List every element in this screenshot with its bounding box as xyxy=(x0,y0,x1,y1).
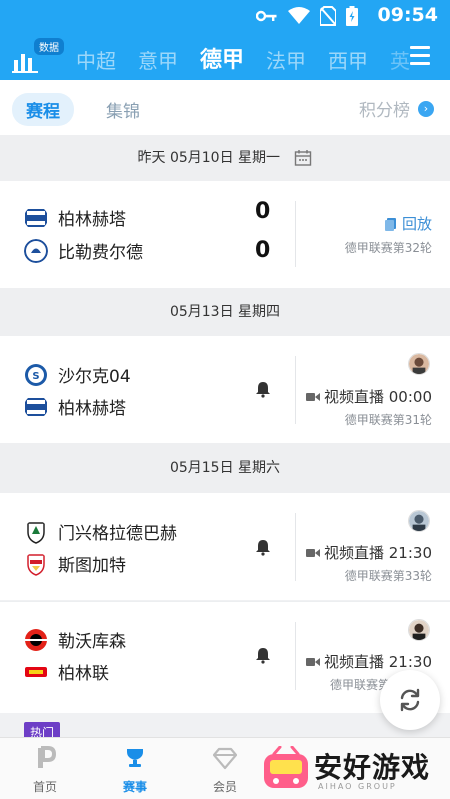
match-round: 德甲联赛第33轮 xyxy=(344,569,432,583)
divider xyxy=(295,201,296,267)
match-card[interactable]: 门兴格拉德巴赫 斯图加特 视频直播 21:30 德甲联赛第33轮 xyxy=(0,493,450,600)
nav-member[interactable]: 会员 xyxy=(195,746,255,795)
away-score: 0 xyxy=(255,238,271,263)
gamepad-logo-icon xyxy=(264,746,308,788)
away-team: 斯图加特 xyxy=(24,551,126,576)
divider xyxy=(295,622,296,690)
tab-serie-a[interactable]: 意甲 xyxy=(138,45,178,74)
home-team: 柏林赫塔 xyxy=(24,205,126,230)
date-header: 05月13日 星期四 xyxy=(0,288,450,336)
away-team: 柏林赫塔 xyxy=(24,394,126,419)
union-berlin-logo-icon xyxy=(25,666,47,677)
live-stream-label: 视频直播 21:30 xyxy=(324,544,432,562)
home-team: S 沙尔克04 xyxy=(24,362,131,387)
hertha-logo-icon xyxy=(25,208,47,227)
wifi-icon xyxy=(288,7,310,24)
stuttgart-logo-icon xyxy=(27,553,45,576)
home-team: 勒沃库森 xyxy=(24,627,126,652)
calendar-icon[interactable] xyxy=(294,149,312,167)
home-icon xyxy=(38,746,57,768)
avatar[interactable] xyxy=(408,619,430,641)
replay-label: 回放 xyxy=(401,215,432,233)
match-card[interactable]: S 沙尔克04 柏林赫塔 视频直播 00:00 德甲联赛第31轮 xyxy=(0,336,450,443)
home-team: 门兴格拉德巴赫 xyxy=(24,519,177,544)
data-badge-label: 数据 xyxy=(34,38,64,55)
watermark-subtext: AIHAO GROUP xyxy=(318,782,397,791)
replay-button[interactable]: 回放 xyxy=(384,213,432,234)
date-header: 昨天 05月10日 星期一 xyxy=(0,135,450,181)
chevron-right-icon: › xyxy=(418,100,434,117)
tab-premier-league[interactable]: 英 xyxy=(390,45,410,74)
leverkusen-logo-icon xyxy=(25,628,47,651)
replay-icon xyxy=(384,217,396,231)
date-label: 05月13日 星期四 xyxy=(169,304,281,320)
date-label: 05月15日 星期六 xyxy=(169,460,281,476)
avatar[interactable] xyxy=(408,353,430,375)
date-header: 05月15日 星期六 xyxy=(0,443,450,493)
match-round: 德甲联赛第31轮 xyxy=(344,413,432,427)
nav-matches-label: 赛事 xyxy=(122,780,147,794)
bell-icon[interactable] xyxy=(254,380,272,398)
nav-matches[interactable]: 赛事 xyxy=(105,746,165,795)
key-icon xyxy=(256,10,277,22)
tab-bundesliga[interactable]: 德甲 xyxy=(200,42,244,74)
standings-label: 积分榜 xyxy=(359,101,410,121)
bell-icon[interactable] xyxy=(254,538,272,556)
date-label: 昨天 05月10日 星期一 xyxy=(137,150,281,166)
avatar[interactable] xyxy=(408,510,430,532)
match-card[interactable]: 柏林赫塔 比勒费尔德 0 0 回放 德甲联赛第32轮 xyxy=(0,181,450,288)
home-team-name: 沙尔克04 xyxy=(58,367,131,387)
status-time: 09:54 xyxy=(377,4,438,26)
battery-icon xyxy=(346,6,358,26)
refresh-button[interactable] xyxy=(380,670,440,730)
standings-link[interactable]: 积分榜 › xyxy=(359,96,434,121)
away-team-name: 柏林赫塔 xyxy=(58,399,126,419)
away-team-name: 比勒费尔德 xyxy=(58,243,143,263)
away-team: 比勒费尔德 xyxy=(24,238,143,263)
tab-highlights[interactable]: 集锦 xyxy=(92,93,154,126)
video-camera-icon xyxy=(306,548,320,557)
data-entry-button[interactable]: 数据 xyxy=(12,38,67,74)
tab-ligue-1[interactable]: 法甲 xyxy=(266,45,306,74)
nav-home-label: 首页 xyxy=(32,780,57,794)
match-round: 德甲联赛第32轮 xyxy=(344,241,432,255)
live-stream-info[interactable]: 视频直播 21:30 xyxy=(306,542,432,563)
league-tabs: 中超 意甲 德甲 法甲 西甲 英 xyxy=(76,40,410,74)
home-team-name: 门兴格拉德巴赫 xyxy=(58,524,177,544)
video-camera-icon xyxy=(306,392,320,401)
nav-home[interactable]: 首页 xyxy=(15,746,75,795)
subtabs: 赛程 集锦 xyxy=(12,93,154,126)
video-camera-icon xyxy=(306,657,320,666)
away-team-name: 斯图加特 xyxy=(58,556,126,576)
hertha-logo-icon xyxy=(25,397,47,416)
live-stream-info[interactable]: 视频直播 21:30 xyxy=(306,651,432,672)
menu-icon[interactable] xyxy=(410,46,430,68)
schalke-logo-icon: S xyxy=(25,363,47,386)
watermark-text: 安好游戏 xyxy=(314,751,431,784)
tab-la-liga[interactable]: 西甲 xyxy=(328,45,368,74)
live-stream-label: 视频直播 21:30 xyxy=(324,653,432,671)
bielefeld-logo-icon xyxy=(24,238,48,263)
nav-member-label: 会员 xyxy=(212,780,237,794)
away-team-name: 柏林联 xyxy=(58,664,109,684)
svg-text:S: S xyxy=(32,371,39,382)
no-sim-icon xyxy=(320,6,336,26)
diamond-icon xyxy=(212,747,238,770)
divider xyxy=(295,356,296,424)
divider xyxy=(295,513,296,581)
trophy-icon xyxy=(127,749,143,767)
watermark-logo: 安好游戏 AIHAO GROUP xyxy=(262,744,450,796)
live-stream-label: 视频直播 00:00 xyxy=(324,388,432,406)
away-team: 柏林联 xyxy=(24,659,109,684)
live-stream-info[interactable]: 视频直播 00:00 xyxy=(306,386,432,407)
refresh-icon xyxy=(400,688,420,712)
tab-schedule[interactable]: 赛程 xyxy=(12,93,74,126)
home-score: 0 xyxy=(255,199,271,224)
bell-icon[interactable] xyxy=(254,646,272,664)
gladbach-logo-icon xyxy=(27,521,45,544)
status-bar: 09:54 xyxy=(0,0,450,30)
home-team-name: 柏林赫塔 xyxy=(58,210,126,230)
tab-csl[interactable]: 中超 xyxy=(76,45,116,74)
home-team-name: 勒沃库森 xyxy=(58,632,126,652)
